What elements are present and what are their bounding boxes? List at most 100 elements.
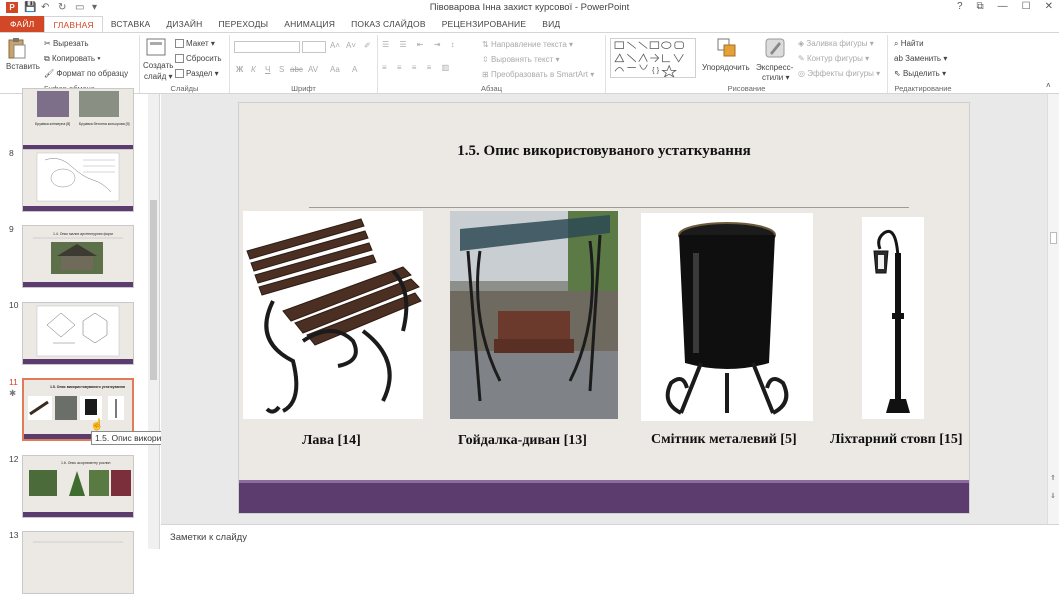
ribbon-tabs: ФАЙЛ ГЛАВНАЯ ВСТАВКА ДИЗАЙН ПЕРЕХОДЫ АНИ… <box>0 16 1059 32</box>
tab-review[interactable]: РЕЦЕНЗИРОВАНИЕ <box>434 16 535 32</box>
align-text-button[interactable]: ⇳ Выровнять текст ▾ <box>482 55 560 64</box>
notes-pane[interactable]: Заметки к слайду <box>161 524 1059 549</box>
arrange-button[interactable]: Упорядочить <box>702 63 750 72</box>
minimize-icon[interactable]: — <box>998 1 1008 12</box>
next-slide-icon[interactable]: ⇓ <box>1050 492 1056 500</box>
shape-effects-button[interactable]: ◎ Эффекты фигуры ▾ <box>798 69 880 78</box>
paint-bucket-icon: ◈ <box>798 39 805 48</box>
lamp-post-caption[interactable]: Ліхтарний стовп [15] <box>830 432 963 448</box>
change-case-button[interactable]: Aa <box>330 65 340 74</box>
thumb7-caption-a: Бруківка клінкерна [8] <box>35 122 70 126</box>
slide-thumbnail-8[interactable] <box>22 149 134 212</box>
select-button[interactable]: ⇖ Выделить ▾ <box>894 69 946 78</box>
shapes-gallery-icon[interactable]: { } <box>610 38 696 78</box>
tab-animations[interactable]: АНИМАЦИЯ <box>276 16 343 32</box>
collapse-ribbon-icon[interactable]: ˄ <box>1046 81 1051 90</box>
editor-scrollbar[interactable]: ⇑ ⇓ <box>1047 94 1059 524</box>
shadow-button[interactable]: S <box>279 65 284 74</box>
replace-button[interactable]: ab Заменить ▾ <box>894 54 947 63</box>
underline-button[interactable]: Ч <box>265 65 270 74</box>
tab-insert[interactable]: ВСТАВКА <box>103 16 159 32</box>
section-button[interactable]: Раздел ▾ <box>175 69 219 79</box>
bench-caption[interactable]: Лава [14] <box>302 433 361 449</box>
strikethrough-button[interactable]: abc <box>290 65 303 74</box>
replace-label: Заменить <box>905 54 942 63</box>
quick-styles-button-line2[interactable]: стили ▾ <box>762 73 790 82</box>
mouse-cursor-icon: ☝ <box>90 419 104 431</box>
lamp-post-photo[interactable] <box>862 217 924 419</box>
align-text-label: Выровнять текст <box>490 55 554 64</box>
font-name-input[interactable] <box>234 41 300 53</box>
new-slide-label: слайд <box>144 72 167 81</box>
tab-home[interactable]: ГЛАВНАЯ <box>44 16 103 32</box>
clear-format-icon[interactable]: ✐ <box>364 41 371 50</box>
bold-button[interactable]: Ж <box>236 65 243 74</box>
reset-button[interactable]: Сбросить <box>175 54 222 64</box>
prev-slide-icon[interactable]: ⇑ <box>1050 474 1056 482</box>
slide-thumbnail-pane: Бруківка клінкерна [8] Бруківка бетонна … <box>0 88 160 594</box>
ribbon-display-icon[interactable]: ⧉ <box>977 1 984 12</box>
trash-bin-caption[interactable]: Смітник металевий [5] <box>651 432 797 448</box>
arrange-icon[interactable] <box>716 37 738 59</box>
tab-design[interactable]: ДИЗАЙН <box>158 16 210 32</box>
trash-bin-photo[interactable] <box>641 213 813 421</box>
shape-outline-button[interactable]: ✎ Контур фигуры ▾ <box>798 54 869 63</box>
window-title: Півоварова Інна захист курсової - PowerP… <box>429 2 630 13</box>
ribbon: Вставить ✂ Вырезать ⧉ Копировать ▾ 🖌 Фор… <box>0 32 1059 94</box>
thumb11-title: 1.5. Опис використовуваного устаткування <box>50 385 125 389</box>
text-direction-button[interactable]: ⇅ Направление текста ▾ <box>482 40 573 49</box>
align-buttons-icon[interactable]: ≡ ≡ ≡ ≡ ▥ <box>382 63 453 72</box>
paste-icon[interactable] <box>8 37 26 59</box>
slide-thumbnail-13[interactable] <box>22 531 134 594</box>
swing-photo[interactable] <box>450 211 618 419</box>
smartart-button[interactable]: ⊞ Преобразовать в SmartArt ▾ <box>482 70 594 79</box>
thumbnail-scrollbar[interactable] <box>148 94 159 549</box>
quick-styles-button[interactable]: Экспресс- <box>756 63 793 72</box>
quick-styles-icon[interactable] <box>764 37 786 59</box>
thumb12-title: 1.6. Опис асортименту рослин <box>61 461 111 465</box>
layout-button[interactable]: Макет ▾ <box>175 39 215 49</box>
format-painter-button[interactable]: 🖌 Формат по образцу <box>44 69 128 78</box>
grow-font-icon[interactable]: A˄ <box>330 41 340 50</box>
close-icon[interactable]: ✕ <box>1045 1 1053 12</box>
thumb7-caption-b: Бруківка бетонна кольорова [9] <box>79 122 130 126</box>
char-spacing-button[interactable]: AV <box>308 65 318 74</box>
shrink-font-icon[interactable]: A˅ <box>346 41 356 50</box>
new-slide-icon[interactable] <box>146 38 166 56</box>
current-slide[interactable]: 1.5. Опис використовуваного устаткування <box>238 102 970 514</box>
notes-placeholder[interactable]: Заметки к слайду <box>170 532 247 543</box>
slide-thumbnail-7[interactable]: Бруківка клінкерна [8] Бруківка бетонна … <box>22 88 134 151</box>
find-button[interactable]: ⌕ Найти <box>894 39 924 49</box>
editor-scroll-thumb[interactable] <box>1050 232 1057 244</box>
swing-caption[interactable]: Гойдалка-диван [13] <box>458 433 587 449</box>
tab-transitions[interactable]: ПЕРЕХОДЫ <box>210 16 276 32</box>
window-controls: ? ⧉ — ☐ ✕ <box>957 1 1053 12</box>
maximize-icon[interactable]: ☐ <box>1022 1 1031 12</box>
shape-fill-button[interactable]: ◈ Заливка фигуры ▾ <box>798 39 874 48</box>
shape-outline-label: Контур фигуры <box>806 54 863 63</box>
reset-label: Сбросить <box>186 54 222 63</box>
bench-photo[interactable] <box>243 211 423 419</box>
cut-button[interactable]: ✂ Вырезать <box>44 39 89 48</box>
slide-thumbnail-12[interactable]: 1.6. Опис асортименту рослин <box>22 455 134 518</box>
thumbnail-scroll-thumb[interactable] <box>150 200 157 380</box>
quick-styles-label: стили <box>762 73 784 82</box>
slide-thumbnail-10[interactable] <box>22 302 134 365</box>
tab-file[interactable]: ФАЙЛ <box>0 16 45 32</box>
slide-title[interactable]: 1.5. Опис використовуваного устаткування <box>239 143 969 160</box>
font-size-input[interactable] <box>302 41 326 53</box>
help-icon[interactable]: ? <box>957 1 963 12</box>
new-slide-button[interactable]: Создать <box>143 61 173 70</box>
tab-view[interactable]: ВИД <box>534 16 568 32</box>
copy-button[interactable]: ⧉ Копировать ▾ <box>44 54 101 64</box>
paste-button[interactable]: Вставить <box>6 62 40 71</box>
slide-number-11: 11 <box>9 377 18 387</box>
slide-thumbnail-9[interactable]: 1.4. Опис малих архітектурних форм <box>22 225 134 288</box>
tab-slideshow[interactable]: ПОКАЗ СЛАЙДОВ <box>343 16 434 32</box>
slide-number-13: 13 <box>9 530 19 540</box>
list-buttons-icon[interactable]: ☰ ☰ ⇤ ⇥ ↕ <box>382 40 459 49</box>
font-color-button[interactable]: A <box>352 65 357 74</box>
new-slide-button-line2[interactable]: слайд ▾ <box>144 72 173 81</box>
replace-icon: ab <box>894 54 903 63</box>
italic-button[interactable]: К <box>251 65 256 74</box>
